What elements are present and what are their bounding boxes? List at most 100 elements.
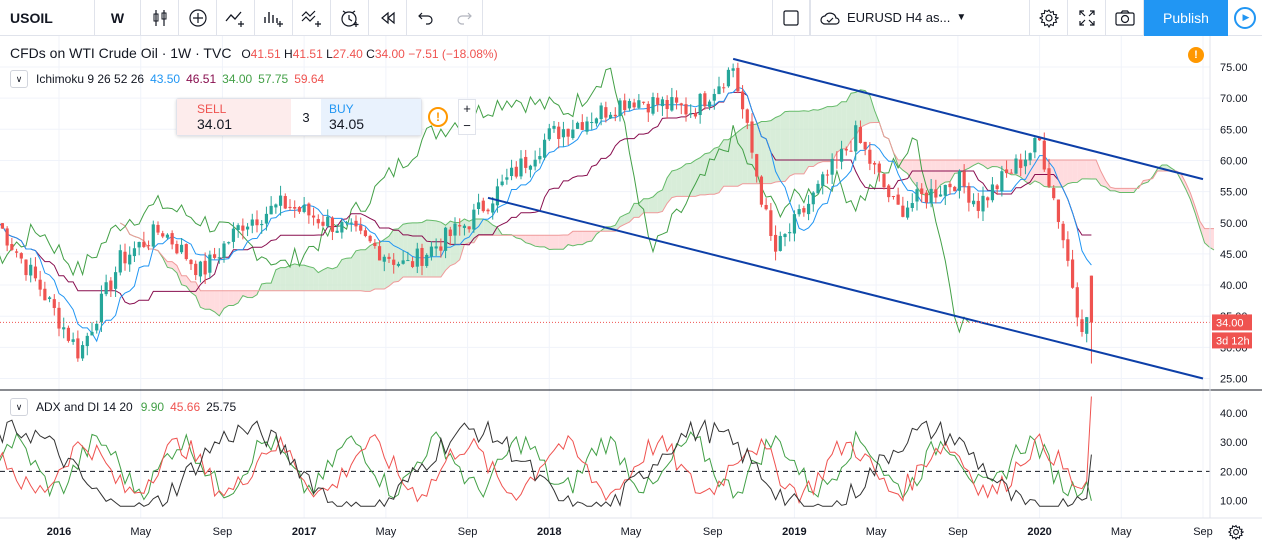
candle-body [311,215,316,218]
time-axis-label: May [1111,526,1132,538]
cloud-segment [205,290,210,310]
cloud-segment [818,108,823,164]
candle-body [891,196,896,198]
candle-body [830,158,834,175]
plus-icon[interactable]: + [463,101,471,116]
candle-body [872,163,877,165]
candle-body [425,254,429,266]
ichimoku-legend: ∨ Ichimoku 9 26 52 26 43.50 46.51 34.00 … [10,70,324,88]
candle-body [476,202,481,210]
candle-body [938,194,943,197]
buy-label: BUY [329,102,354,116]
candle-body [354,220,358,227]
cloud-segment [294,263,300,291]
candle-body [278,195,283,206]
cloud-segment [346,257,352,291]
cloud-segment [407,222,413,277]
candle-body [561,129,566,138]
candle-body [10,244,14,250]
buy-price: 34.05 [329,116,365,132]
candle-body [641,101,646,103]
candle-body [712,93,716,101]
candle-body [340,221,344,233]
candle-body [71,339,75,342]
candle-body [632,102,636,108]
adx-axis-label: 40.00 [1220,408,1248,420]
candle-body [146,245,151,247]
cloud-segment [686,163,691,197]
time-axis-label: May [866,526,887,538]
time-axis-label: Sep [1193,526,1213,538]
candle-body [90,331,94,336]
candle-body [689,113,693,115]
tenkan-value: 43.50 [150,72,181,86]
candle-body [1089,275,1094,323]
candle-body [29,264,33,276]
axis-settings-button[interactable] [1226,522,1246,542]
cloud-segment [695,157,701,197]
candle-body [297,207,302,212]
candle-body [887,185,891,198]
cloud-segment [332,267,338,291]
candle-body [995,185,999,190]
candle-body [241,225,245,231]
cloud-segment [308,266,314,291]
sell-button[interactable]: SELL 34.01 [177,99,291,135]
candle-body [759,176,764,205]
candle-body [816,183,820,194]
candle-body [382,256,386,262]
senkou-b-value: 59.64 [294,72,325,86]
cloud-segment [393,228,399,283]
candle-body [929,188,933,203]
info-icon[interactable]: ! [428,107,448,127]
candle-body [1042,140,1046,170]
candle-body [217,257,221,259]
candle-body [377,246,382,261]
warning-icon[interactable]: ! [1188,47,1204,63]
cloud-segment [384,236,389,289]
sell-price: 34.01 [197,116,233,132]
candle-body [717,86,721,95]
cloud-segment [280,267,286,291]
minus-icon[interactable]: − [463,118,471,133]
candle-body [203,260,207,275]
time-axis-label: Sep [948,526,968,538]
cloud-segment [1119,188,1125,193]
change-value: −7.51 (−18.08%) [408,47,498,61]
candle-body [321,221,325,226]
candle-body [524,156,528,168]
candle-body [1014,158,1018,174]
cloud-segment [365,245,371,292]
quantity-stepper[interactable]: + − [458,99,476,135]
candle-body [844,148,848,151]
time-axis-label: May [375,526,396,538]
collapse-legend-button[interactable]: ∨ [10,70,28,88]
collapse-adx-button[interactable]: ∨ [10,398,28,416]
candle-body [109,280,113,290]
candle-body [151,224,155,247]
candle-body [307,203,311,216]
candle-body [316,219,320,224]
current-price-label: 34.00 [1216,317,1244,329]
cloud-segment [676,167,682,197]
cloud-segment [794,111,800,174]
series-legend: CFDs on WTI Crude Oil · 1W · TVC O41.51 … [10,45,498,61]
cloud-segment [1086,160,1092,179]
candle-body [976,200,980,211]
candle-body [500,181,504,186]
cloud-segment [766,120,771,184]
candle-body [76,338,80,359]
cloud-segment [577,231,583,245]
candle-body [934,189,938,198]
quantity-field[interactable]: 3 [291,99,321,135]
candle-body [462,225,467,228]
candle-body [740,91,745,110]
adx-legend: ∨ ADX and DI 14 20 9.90 45.66 25.75 [10,398,236,416]
candle-body [821,174,825,186]
candle-body [236,225,240,231]
cloud-segment [327,267,333,291]
buy-button[interactable]: BUY 34.05 [321,99,421,135]
candle-body [1009,172,1013,174]
candle-body [62,327,66,330]
di-plus-line [0,430,1092,501]
